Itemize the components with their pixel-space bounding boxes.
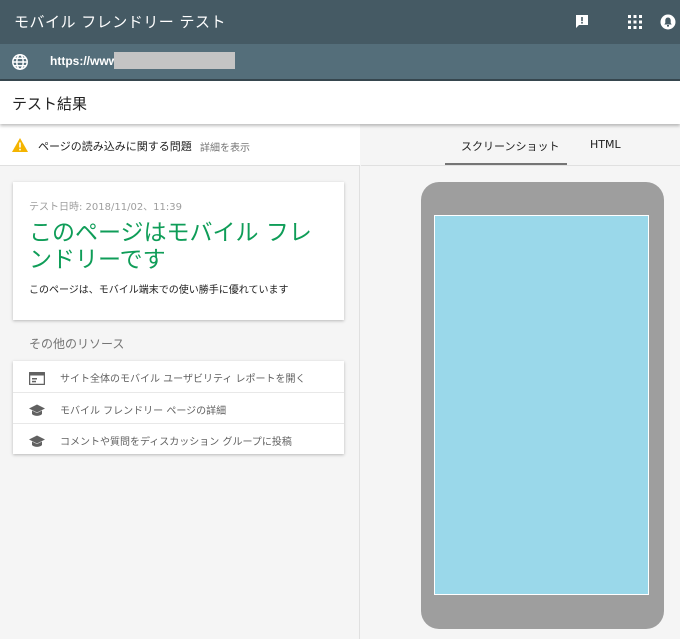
active-tab-indicator bbox=[445, 163, 567, 165]
feedback-icon[interactable] bbox=[570, 10, 594, 34]
phone-frame bbox=[421, 182, 664, 629]
resources-list: サイト全体のモバイル ユーザビリティ レポートを開く モバイル フレンドリー ペ… bbox=[13, 361, 344, 454]
details-link[interactable]: 詳細を表示 bbox=[200, 139, 250, 154]
result-headline: このページはモバイル フレンドリーです bbox=[29, 220, 312, 273]
app-title: モバイル フレンドリー テスト bbox=[14, 13, 227, 31]
resource-item-discussion-group[interactable]: コメントや質問をディスカッション グループに投稿 bbox=[13, 423, 344, 454]
result-description: このページは、モバイル端末での使い勝手に優れています bbox=[29, 285, 289, 296]
school-icon bbox=[29, 433, 45, 447]
results-pane: ページの読み込みに関する問題 詳細を表示 テスト日時: 2018/11/02、1… bbox=[0, 124, 360, 639]
test-date: テスト日時: 2018/11/02、11:39 bbox=[29, 202, 183, 213]
resources-title: その他のリソース bbox=[29, 337, 125, 351]
tab-screenshot[interactable]: スクリーンショット bbox=[461, 138, 559, 154]
results-header: テスト結果 bbox=[0, 81, 680, 124]
issues-text: ページの読み込みに関する問題 bbox=[38, 140, 192, 153]
report-icon bbox=[28, 370, 46, 386]
resource-item-usability-report[interactable]: サイト全体のモバイル ユーザビリティ レポートを開く bbox=[13, 361, 344, 392]
school-icon bbox=[29, 402, 45, 416]
resource-item-label[interactable]: コメントや質問をディスカッション グループに投稿 bbox=[60, 433, 292, 448]
app-header: モバイル フレンドリー テスト bbox=[0, 0, 680, 44]
preview-pane: スクリーンショット HTML bbox=[361, 124, 680, 639]
result-card: テスト日時: 2018/11/02、11:39 このページはモバイル フレンドリ… bbox=[13, 182, 344, 320]
url-text[interactable]: https://www. bbox=[50, 54, 121, 68]
issues-bar: ページの読み込みに関する問題 詳細を表示 bbox=[0, 124, 360, 166]
resource-item-label[interactable]: モバイル フレンドリー ページの詳細 bbox=[60, 402, 226, 417]
globe-icon bbox=[11, 53, 29, 71]
screenshot-preview bbox=[434, 215, 649, 595]
tab-html[interactable]: HTML bbox=[590, 138, 621, 151]
page-title: テスト結果 bbox=[12, 95, 88, 113]
apps-grid-icon[interactable] bbox=[623, 10, 647, 34]
warning-icon bbox=[12, 137, 28, 152]
preview-tabs: スクリーンショット HTML bbox=[361, 124, 680, 166]
url-redaction bbox=[114, 52, 235, 69]
resource-item-mobile-friendly-details[interactable]: モバイル フレンドリー ページの詳細 bbox=[13, 392, 344, 423]
url-bar[interactable]: https://www. bbox=[0, 44, 680, 81]
resource-item-label[interactable]: サイト全体のモバイル ユーザビリティ レポートを開く bbox=[60, 370, 306, 385]
account-icon[interactable] bbox=[656, 10, 680, 34]
